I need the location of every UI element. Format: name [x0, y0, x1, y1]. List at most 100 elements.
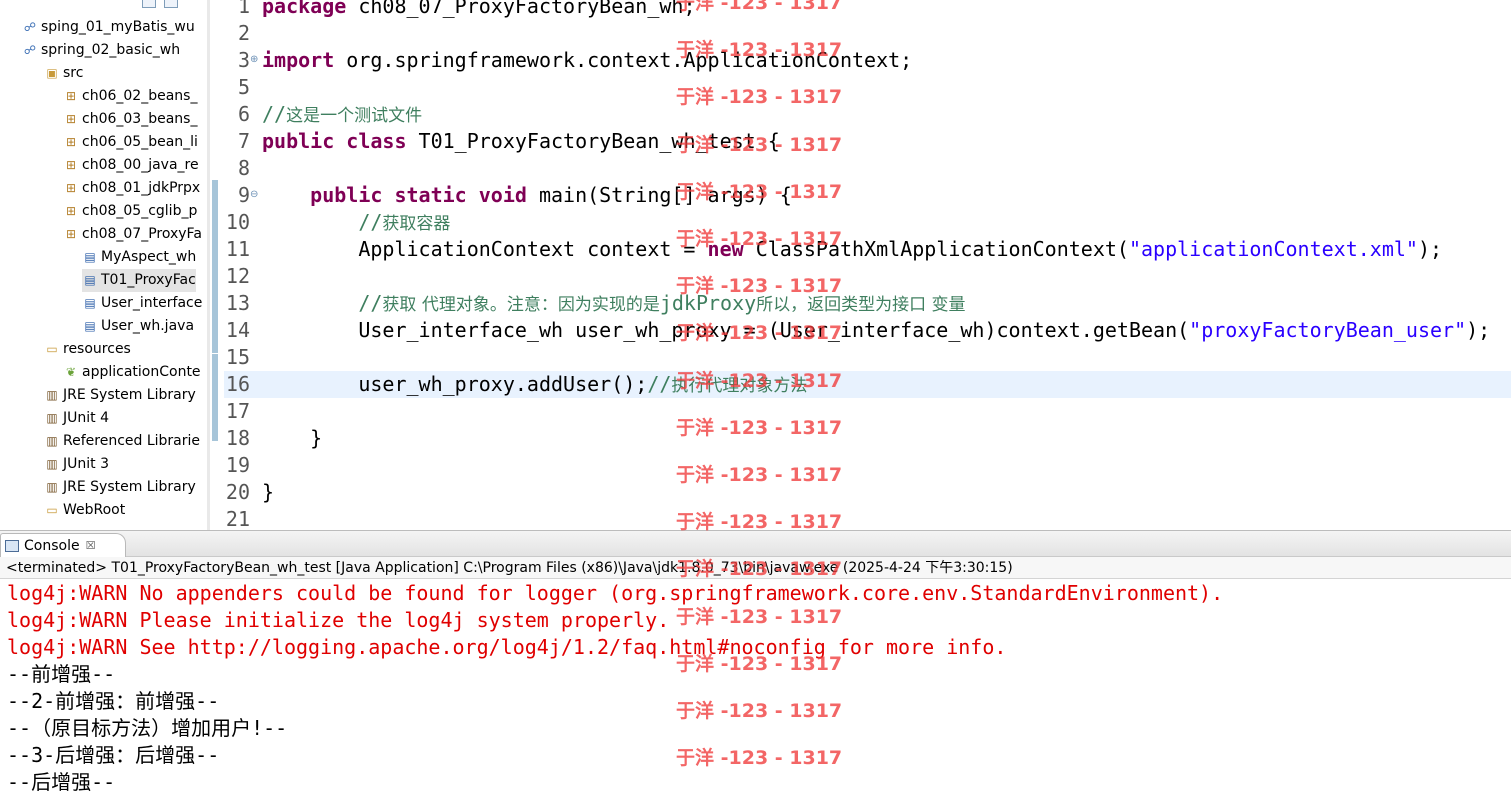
tree-item[interactable]: ☍ spring_02_basic_wh [22, 39, 180, 62]
tree-item[interactable]: ▥ JUnit 4 [44, 407, 109, 430]
code-line[interactable]: 20} [224, 479, 1511, 506]
tree-item[interactable]: ▤ MyAspect_wh [82, 246, 196, 269]
code-token: // [262, 210, 383, 234]
java-file-icon: ▤ [84, 319, 96, 333]
code-line[interactable]: 14 User_interface_wh user_wh_proxy = (Us… [224, 317, 1511, 344]
console-view: Console ☒ <terminated> T01_ProxyFactoryB… [0, 530, 1511, 794]
line-number: 3 [237, 48, 250, 72]
xml-file-icon: ❦ [65, 365, 77, 379]
code-token: static [394, 183, 467, 207]
code-line[interactable]: 8 [224, 155, 1511, 182]
package-icon: ⊞ [65, 158, 77, 172]
tree-item[interactable]: ▣ src [44, 62, 83, 85]
code-line[interactable]: 10 //获取容器 [224, 209, 1511, 236]
code-token: ); [1466, 318, 1491, 342]
code-line[interactable]: 11 ApplicationContext context = new Clas… [224, 236, 1511, 263]
line-number: 14 [225, 318, 250, 342]
code-line[interactable]: 21 [224, 506, 1511, 530]
code-token: } [262, 480, 275, 504]
line-number: 2 [237, 21, 250, 45]
tree-item[interactable]: ▤ User_interface [82, 292, 202, 315]
tree-item[interactable]: ⊞ ch08_07_ProxyFa [63, 223, 202, 246]
code-text: user_wh_proxy.addUser();//执行代理对象方法 [262, 371, 807, 400]
package-icon: ⊞ [65, 89, 77, 103]
line-number: 10 [225, 210, 250, 234]
tree-item[interactable]: ⊞ ch06_03_beans_ [63, 108, 197, 131]
line-number: 17 [225, 399, 250, 423]
code-editor[interactable]: 1 package ch08_07_ProxyFactoryBean_wh; 2 3 ⊕… [224, 0, 1511, 530]
expand-fold-icon[interactable]: ⊕ [250, 55, 260, 65]
line-number: 18 [225, 426, 250, 450]
tree-item[interactable]: ▥ JUnit 3 [44, 453, 109, 476]
tree-item[interactable]: ▭ WebRoot [44, 499, 125, 522]
editor-ruler [210, 0, 224, 530]
code-line[interactable]: 18 } [224, 425, 1511, 452]
code-text: } [262, 425, 322, 452]
code-token: T01_ProxyFactoryBean_wh_test { [406, 129, 780, 153]
library-icon: ▥ [46, 480, 58, 494]
tab-console[interactable]: Console ☒ [0, 533, 127, 557]
line-number: 12 [225, 264, 250, 288]
code-text: } [262, 479, 274, 506]
tree-item-label: JUnit 3 [63, 456, 109, 472]
code-line[interactable]: 5 [224, 74, 1511, 101]
line-number: 19 [225, 453, 250, 477]
package-icon: ⊞ [65, 227, 77, 241]
code-line[interactable]: 12 [224, 263, 1511, 290]
java-project-icon: ☍ [23, 20, 37, 34]
code-line[interactable]: 7 public class T01_ProxyFactoryBean_wh_te… [224, 128, 1511, 155]
line-number: 1 [237, 0, 250, 18]
code-line[interactable]: 15 [224, 344, 1511, 371]
tree-item-label: ch08_00_java_re [82, 157, 199, 173]
tree-item[interactable]: ❦ applicationConte [63, 361, 201, 384]
tree-item[interactable]: ⊞ ch08_05_cglib_p [63, 200, 197, 223]
console-tab-label: Console [24, 537, 80, 554]
tree-item-label: JUnit 4 [63, 410, 109, 426]
code-line[interactable]: 2 [224, 20, 1511, 47]
code-text: public class T01_ProxyFactoryBean_wh_tes… [262, 128, 780, 155]
tree-item[interactable]: ▤ User_wh.java [82, 315, 194, 338]
close-icon[interactable]: ☒ [86, 539, 96, 552]
tree-item[interactable]: ☍ sping_01_myBatis_wu [22, 16, 195, 39]
package-icon: ⊞ [65, 204, 77, 218]
quick-diff-marker [212, 354, 218, 441]
tree-item[interactable]: ⊞ ch06_02_beans_ [63, 85, 197, 108]
code-token: new [707, 237, 744, 261]
tree-item[interactable]: ▥ Referenced Librarie [44, 430, 200, 453]
tree-item-label: ch06_03_beans_ [82, 111, 198, 127]
tree-item-label: src [63, 65, 84, 81]
tree-item[interactable]: ▥ JRE System Library [44, 476, 196, 499]
console-output-line: --3-后增强：后增强-- [7, 743, 220, 767]
tree-item[interactable]: ▭ resources [44, 338, 131, 361]
library-icon: ▥ [46, 457, 58, 471]
tree-item[interactable]: ⊞ ch06_05_bean_li [63, 131, 198, 154]
collapse-fold-icon[interactable]: ⊖ [250, 190, 260, 200]
code-line[interactable]: 3 ⊕ import org.springframework.context.App… [224, 47, 1511, 74]
code-line[interactable]: 19 [224, 452, 1511, 479]
tree-item-label: JRE System Library [63, 479, 196, 495]
code-text: public static void main(String[] args) { [262, 182, 792, 209]
tree-item-label: applicationConte [82, 364, 201, 380]
code-line[interactable]: 1 package ch08_07_ProxyFactoryBean_wh; [224, 0, 1511, 20]
tree-item[interactable]: ⊞ ch08_01_jdkPrpx [63, 177, 200, 200]
code-line[interactable]: 6 //这是一个测试文件 [224, 101, 1511, 128]
code-line[interactable]: 13 //获取 代理对象。注意：因为实现的是jdkProxy所以，返回类型为接口… [224, 290, 1511, 317]
collapse-all-icon[interactable] [142, 0, 156, 8]
line-number: 11 [225, 237, 250, 261]
link-with-editor-icon[interactable] [164, 0, 178, 8]
code-text: package ch08_07_ProxyFactoryBean_wh; [262, 0, 696, 20]
tree-item-label: ch06_05_bean_li [82, 134, 198, 150]
tree-item[interactable]: ▥ JRE System Library [44, 384, 195, 407]
package-explorer-toolbar [142, 0, 178, 10]
code-line[interactable]: 9 ⊖ public static void main(String[] args… [224, 182, 1511, 209]
code-token: public [262, 129, 335, 153]
tree-item[interactable]: ⊞ ch08_00_java_re [63, 154, 199, 177]
code-token: class [346, 129, 407, 153]
tree-item[interactable]: ▤ T01_ProxyFac [82, 269, 196, 292]
code-token: 获取 代理对象。注意：因为实现的是 [382, 295, 660, 315]
code-line[interactable]: 17 [224, 398, 1511, 425]
code-line[interactable]: 16 user_wh_proxy.addUser();//执行代理对象方法 [224, 371, 1511, 398]
package-icon: ⊞ [65, 181, 77, 195]
tree-item-label: User_interface [101, 295, 203, 311]
